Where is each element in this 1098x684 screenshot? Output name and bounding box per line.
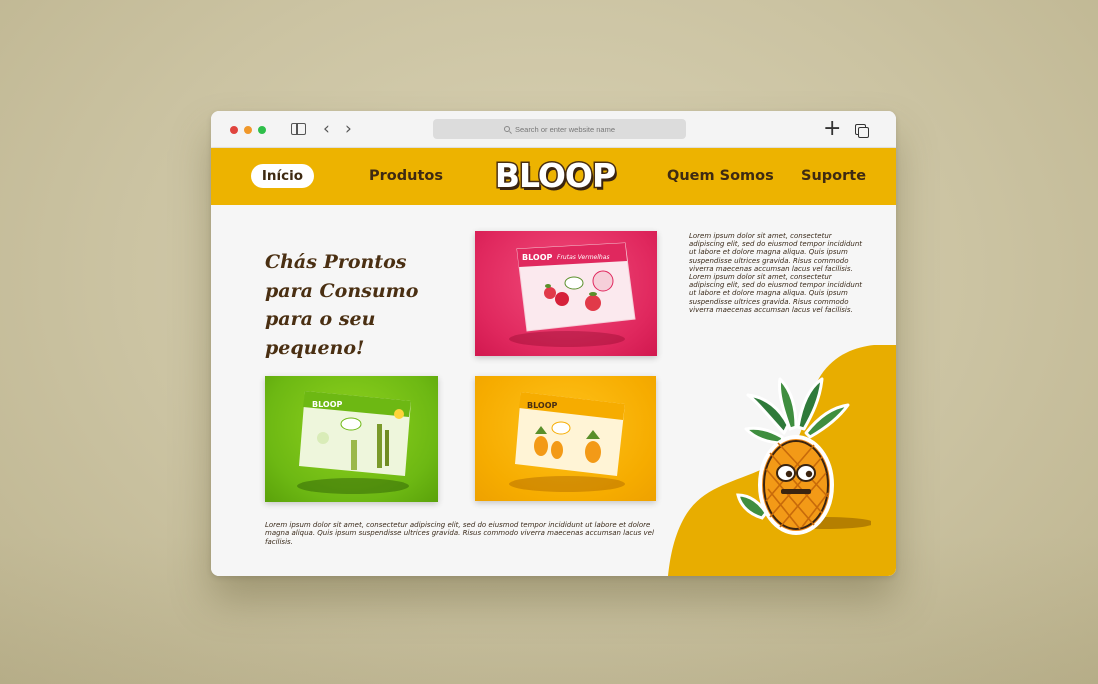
sidebar-toggle-icon[interactable] [291, 123, 306, 135]
nav-produtos-link[interactable]: Produtos [369, 168, 443, 184]
maximize-window-button[interactable] [258, 126, 266, 134]
nav-inicio-link[interactable]: Início [251, 164, 314, 188]
address-bar-placeholder: Search or enter website name [514, 124, 616, 134]
hero-headline-line-3: para o seu [265, 308, 376, 330]
new-tab-plus-icon[interactable]: + [823, 118, 841, 140]
product-card-pineapple[interactable]: BLOOP [475, 376, 656, 501]
address-bar[interactable]: Search or enter website name [433, 119, 686, 139]
package-brand-text: BLOOP [522, 253, 553, 262]
nav-quem-somos-link[interactable]: Quem Somos [667, 168, 774, 184]
back-arrow-icon[interactable]: ‹ [323, 120, 330, 138]
bottom-description: Lorem ipsum dolor sit amet, consectetur … [265, 521, 654, 546]
package-brand-text: BLOOP [527, 401, 558, 410]
minimize-window-button[interactable] [244, 126, 252, 134]
bloop-logo[interactable]: BLOOP [493, 155, 617, 197]
nav-suporte-link[interactable]: Suporte [801, 168, 866, 184]
hero-headline: Chás Prontos para Consumo para o seu peq… [265, 248, 455, 362]
browser-window: ‹ › Search or enter website name + Iníci… [211, 111, 896, 576]
forward-arrow-icon[interactable]: › [345, 120, 352, 138]
hero-headline-line-2: para Consumo [265, 279, 419, 302]
product-package-image: BLOOP [297, 391, 411, 494]
browser-toolbar: ‹ › Search or enter website name + [211, 111, 896, 148]
product-card-red-fruits[interactable]: BLOOP Frutas Vermelhas [475, 231, 657, 356]
pineapple-mascot-illustration [736, 377, 871, 535]
hero-headline-line-1: Chás Prontos [265, 251, 407, 273]
main-content: Chás Prontos para Consumo para o seu peq… [211, 205, 896, 576]
side-description: Lorem ipsum dolor sit amet, consectetur … [689, 232, 863, 314]
search-icon [503, 126, 510, 132]
close-window-button[interactable] [230, 126, 238, 134]
package-brand-text: BLOOP [312, 400, 343, 409]
tabs-overview-icon[interactable] [855, 124, 869, 138]
hero-headline-line-4: pequeno! [265, 336, 365, 359]
site-navbar: Início Produtos BLOOP Quem Somos Suporte [211, 148, 896, 205]
package-flavor-text: Frutas Vermelhas [557, 254, 610, 261]
product-card-green[interactable]: BLOOP [265, 376, 438, 502]
product-package-image: BLOOP Frutas Vermelhas [509, 242, 636, 347]
product-package-image: BLOOP [509, 392, 625, 492]
